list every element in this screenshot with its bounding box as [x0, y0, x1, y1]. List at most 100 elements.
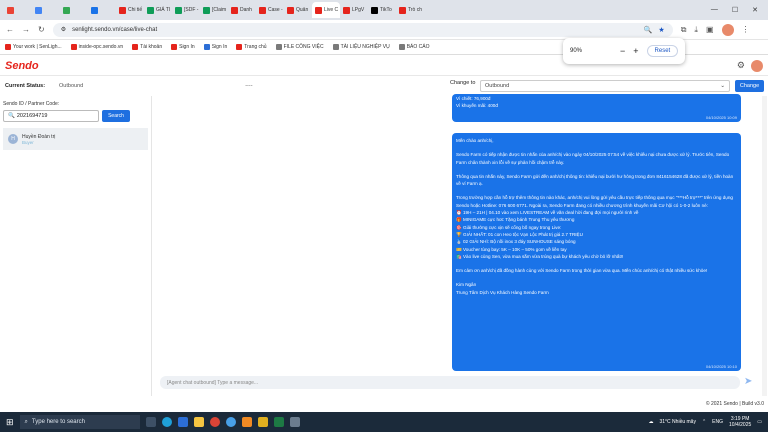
status-select[interactable]: Outbound ⌄	[480, 80, 730, 92]
message-input[interactable]: [Agent chat outbound] Type a message...	[160, 376, 740, 389]
clock[interactable]: 3:19 PM 10/4/2025	[729, 416, 751, 428]
bookmark-item[interactable]: TÀI LIỆU NGHIỆP VỤ	[332, 44, 390, 50]
message-paragraph: Trong trường hợp cần hỗ trợ thêm thông t…	[456, 195, 733, 208]
bookmark-item[interactable]: Tài khoản	[132, 44, 162, 50]
bookmark-star-icon[interactable]: ★	[658, 26, 664, 34]
taskbar-search-placeholder: Type here to search	[31, 419, 85, 425]
promo-line: 🥈 02 GIẢI NHÌ: Bộ nồi inox 3 đáy SUNHOUS…	[456, 239, 576, 245]
address-bar: ← → ↻ ⚙ senlight.sendo.vn/case/live-chat…	[0, 20, 768, 40]
zoom-reset-button[interactable]: Reset	[646, 45, 679, 57]
message-paragraph: Em cảm ơn anh/chị đã đồng hành cùng với …	[456, 268, 708, 274]
bookmark-label: BÁO CÁO	[406, 44, 430, 50]
close-icon[interactable]: ✕	[752, 6, 758, 14]
tab-label: Chi tiế	[128, 7, 143, 13]
bookmark-label: Trang chủ	[244, 44, 267, 50]
bookmark-item[interactable]: Sign In	[203, 44, 228, 50]
zoom-level: 90%	[570, 48, 583, 54]
windows-start-icon[interactable]: ⊞	[6, 417, 14, 428]
bookmark-label: inside-opc.sendo.vn	[78, 44, 124, 50]
site-info-icon[interactable]: ⚙	[61, 26, 66, 33]
menu-icon[interactable]: ⋮	[742, 25, 750, 34]
conversation-item[interactable]: H Huyền Đoàn trị Buyer	[3, 128, 148, 150]
tab-label: LPgV	[352, 7, 365, 13]
sidepanel-icon[interactable]: ▣	[706, 25, 714, 34]
extensions-icon[interactable]: ⧉	[681, 25, 687, 35]
bookmark-item[interactable]: inside-opc.sendo.vn	[70, 44, 124, 50]
download-icon[interactable]: ⤓	[694, 25, 698, 35]
bookmark-item[interactable]: BÁO CÁO	[398, 44, 430, 50]
back-icon[interactable]: ←	[6, 25, 14, 34]
browser-tab-bar: Chi tiế GIÁ TI [SDF - [Claim Danh Case - Quản L…	[0, 0, 768, 20]
browser-tab[interactable]: LPgV	[340, 2, 368, 18]
minimize-icon[interactable]: —	[711, 6, 718, 14]
url-text: senlight.sendo.vn/case/live-chat	[72, 26, 158, 33]
browser-tab[interactable]	[4, 2, 32, 18]
tab-favicon-icon	[91, 6, 98, 14]
search-button[interactable]: Search	[102, 110, 130, 122]
tab-favicon-icon	[175, 6, 182, 14]
bookmark-item[interactable]: Sign In	[171, 44, 195, 50]
bookmark-favicon-icon	[171, 44, 178, 50]
zoom-out-button[interactable]: −	[620, 46, 625, 56]
browser-tab[interactable]: Trò ch	[396, 2, 424, 18]
task-view-icon[interactable]	[145, 417, 156, 427]
weather-text[interactable]: 31°C Nhiều mây	[660, 419, 696, 425]
zoom-in-button[interactable]: +	[633, 46, 638, 56]
excel-icon[interactable]	[273, 417, 284, 427]
browser-tab[interactable]	[32, 2, 60, 18]
reload-icon[interactable]: ↻	[38, 25, 45, 34]
bookmark-item[interactable]: Your work | SenLigh...	[5, 44, 62, 50]
sendo-id-input[interactable]: 🔍 2021694719	[3, 110, 99, 122]
chrome-icon[interactable]	[209, 417, 220, 427]
scrollbar[interactable]	[762, 96, 767, 396]
bookmark-label: TÀI LIỆU NGHIỆP VỤ	[340, 44, 390, 50]
zoom-icon[interactable]: 🔍	[644, 26, 653, 34]
maximize-icon[interactable]: ☐	[732, 6, 738, 14]
change-button[interactable]: Change	[735, 80, 764, 92]
forward-icon[interactable]: →	[22, 25, 30, 34]
app-icon[interactable]	[241, 417, 252, 427]
url-field[interactable]: ⚙ senlight.sendo.vn/case/live-chat 🔍 ★	[52, 22, 673, 37]
settings-gear-icon[interactable]: ⚙	[737, 60, 745, 71]
browser-tab[interactable]: Chi tiế	[116, 2, 144, 18]
edge-icon[interactable]	[161, 417, 172, 427]
language-indicator[interactable]: ENG	[712, 419, 723, 425]
browser-tab[interactable]: GIÁ TI	[144, 2, 172, 18]
search-input-value: 2021694719	[16, 113, 48, 119]
browser-icon[interactable]	[225, 417, 236, 427]
tab-favicon-icon	[119, 6, 126, 14]
left-panel: Sendo ID / Partner Code: 🔍 2021694719 Se…	[3, 101, 149, 150]
browser-tab[interactable]	[60, 2, 88, 18]
wifi-icon[interactable]: ⌃	[702, 419, 706, 425]
bookmark-label: Tài khoản	[140, 44, 163, 50]
tab-favicon-icon	[287, 6, 294, 14]
browser-tab[interactable]	[88, 2, 116, 18]
browser-tab[interactable]: Danh	[228, 2, 256, 18]
tab-label: TikTo	[380, 7, 392, 13]
taskbar-search[interactable]: ⌕ Type here to search	[19, 415, 140, 429]
conversation-avatar: H	[8, 134, 18, 144]
folder-icon	[398, 44, 405, 50]
tab-favicon-icon	[7, 6, 14, 14]
browser-tab[interactable]: TikTo	[368, 2, 396, 18]
clock-date: 10/4/2025	[729, 422, 752, 428]
browser-tab[interactable]: Case -	[256, 2, 284, 18]
browser-tab[interactable]: [Claim	[200, 2, 228, 18]
send-icon[interactable]: ➤	[744, 376, 752, 387]
sendo-logo[interactable]: Sendo	[5, 60, 39, 72]
bookmark-label: Sign In	[211, 44, 228, 50]
app-icon[interactable]	[257, 417, 268, 427]
bookmark-item[interactable]: FILE CÔNG VIỆC	[275, 44, 324, 50]
browser-tab[interactable]: Quản	[284, 2, 312, 18]
tab-label: [SDF -	[184, 7, 199, 13]
browser-tab[interactable]: [SDF -	[172, 2, 200, 18]
store-icon[interactable]	[177, 417, 188, 427]
bookmark-item[interactable]: Trang chủ	[236, 44, 267, 50]
app-icon[interactable]	[289, 417, 300, 427]
user-avatar[interactable]	[751, 59, 763, 72]
profile-avatar[interactable]	[721, 23, 734, 36]
message-bubble: Vì chiết: 76,900đ Vì khuyến mãi: 400đ 04…	[452, 94, 741, 122]
browser-tab[interactable]: Live C	[312, 2, 340, 18]
notification-icon[interactable]: ▭	[757, 419, 762, 425]
explorer-icon[interactable]	[193, 417, 204, 427]
